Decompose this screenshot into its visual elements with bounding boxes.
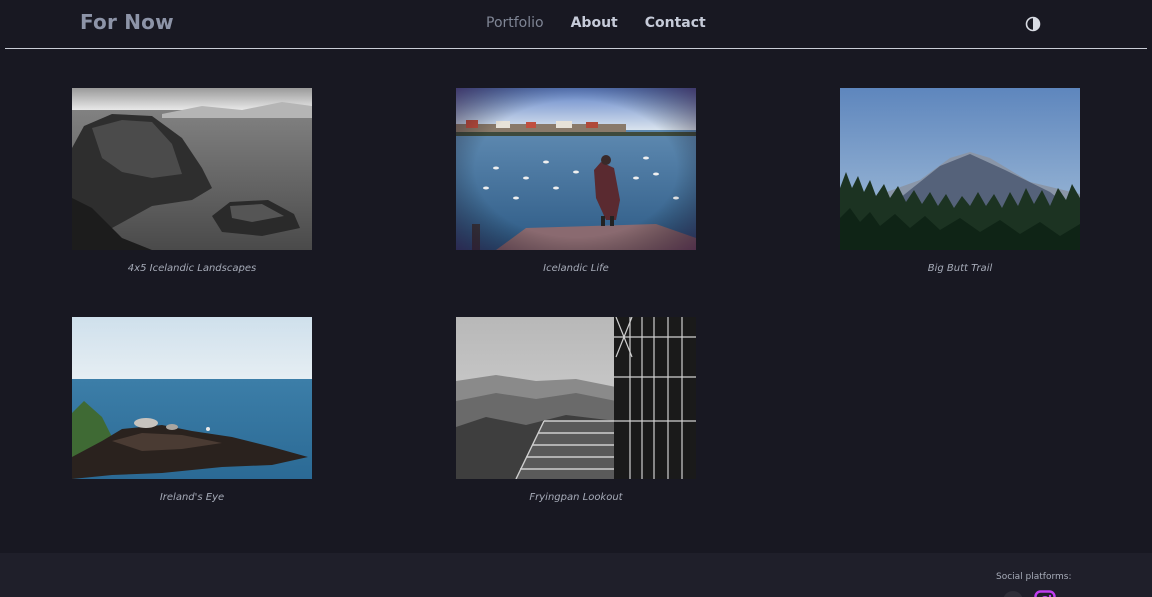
site-footer: Social platforms: <box>0 553 1152 597</box>
gallery-photo-irelands-eye[interactable] <box>72 317 312 479</box>
gallery-caption: Fryingpan Lookout <box>529 492 623 503</box>
gallery-item: Ireland's Eye <box>72 317 312 503</box>
gallery-photo-icelandic-life[interactable] <box>456 88 696 250</box>
main-nav: Portfolio About Contact <box>486 15 733 31</box>
gallery-item: 4x5 Icelandic Landscapes <box>72 88 312 274</box>
gallery-item: Icelandic Life <box>456 88 696 274</box>
theme-toggle-icon[interactable] <box>1025 16 1041 32</box>
page: For Now Portfolio About Contact 4x5 Icel… <box>0 0 1152 597</box>
header-divider <box>5 48 1147 49</box>
gallery-photo-fryingpan-lookout[interactable] <box>456 317 696 479</box>
brand-link[interactable]: For Now <box>80 10 174 34</box>
gallery-item: Fryingpan Lookout <box>456 317 696 503</box>
gallery-caption: Ireland's Eye <box>159 492 225 503</box>
gallery-photo-icelandic-landscapes[interactable] <box>72 88 312 250</box>
gallery-caption: Big Butt Trail <box>927 263 993 274</box>
gallery-caption: Icelandic Life <box>543 263 609 274</box>
github-icon[interactable] <box>1002 590 1024 597</box>
nav-link-contact[interactable]: Contact <box>645 15 706 31</box>
site-header: For Now Portfolio About Contact <box>0 0 1152 49</box>
nav-link-about[interactable]: About <box>571 15 618 31</box>
gallery-photo-big-butt-trail[interactable] <box>840 88 1080 250</box>
nav-link-portfolio[interactable]: Portfolio <box>486 15 544 31</box>
social-platforms-label: Social platforms: <box>996 572 1072 582</box>
gallery-caption: 4x5 Icelandic Landscapes <box>127 263 257 274</box>
gallery-item: Big Butt Trail <box>840 88 1080 274</box>
instagram-icon[interactable] <box>1034 590 1056 597</box>
